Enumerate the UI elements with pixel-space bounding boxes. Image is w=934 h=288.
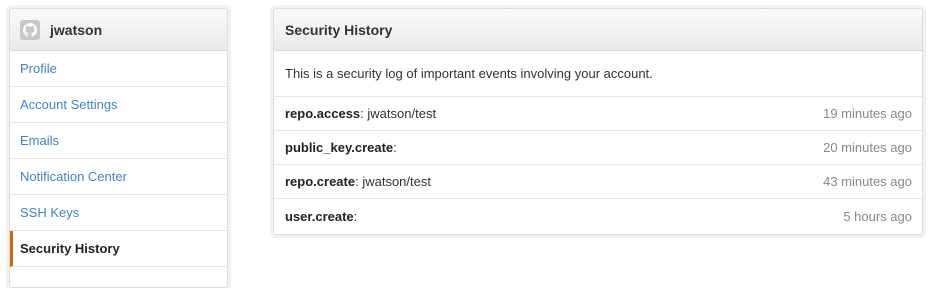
log-entry: public_key.create: — [285, 140, 397, 155]
log-entry: user.create: — [285, 209, 357, 224]
sidebar-item-security-history[interactable]: Security History — [10, 231, 227, 267]
sidebar-item-notification-center[interactable]: Notification Center — [10, 159, 227, 195]
sidebar-item-ssh-keys[interactable]: SSH Keys — [10, 195, 227, 231]
panel-title: Security History — [274, 9, 922, 51]
panel-description: This is a security log of important even… — [274, 51, 922, 97]
octocat-icon — [23, 22, 37, 37]
log-time: 43 minutes ago — [823, 174, 912, 189]
log-row: repo.access: jwatson/test 19 minutes ago — [274, 97, 922, 131]
log-separator: : — [393, 140, 397, 155]
sidebar-item-profile[interactable]: Profile — [10, 51, 227, 87]
log-action: repo.access — [285, 106, 361, 121]
log-action: repo.create — [285, 174, 356, 189]
log-target: jwatson/test — [358, 174, 431, 189]
log-action: user.create — [285, 208, 354, 224]
log-action: public_key.create — [285, 140, 394, 155]
username[interactable]: jwatson — [50, 22, 102, 38]
log-entry: repo.create: jwatson/test — [285, 174, 431, 189]
sidebar-header: jwatson — [10, 9, 227, 51]
log-entry: repo.access: jwatson/test — [285, 106, 436, 121]
security-history-panel: Security History This is a security log … — [273, 8, 923, 235]
log-time: 5 hours ago — [843, 208, 912, 224]
avatar[interactable] — [20, 19, 40, 40]
log-row: repo.create: jwatson/test 43 minutes ago — [274, 165, 922, 199]
log-row: public_key.create: 20 minutes ago — [274, 131, 922, 165]
log-separator: : — [353, 208, 358, 224]
log-time: 19 minutes ago — [823, 106, 912, 121]
log-target: jwatson/test — [363, 106, 437, 121]
log-time: 20 minutes ago — [823, 140, 912, 155]
log-row: user.create: 5 hours ago — [274, 199, 922, 233]
settings-sidebar: jwatson Profile Account Settings Emails … — [9, 8, 228, 288]
sidebar-item-emails[interactable]: Emails — [10, 123, 227, 159]
sidebar-item-account-settings[interactable]: Account Settings — [10, 87, 227, 123]
